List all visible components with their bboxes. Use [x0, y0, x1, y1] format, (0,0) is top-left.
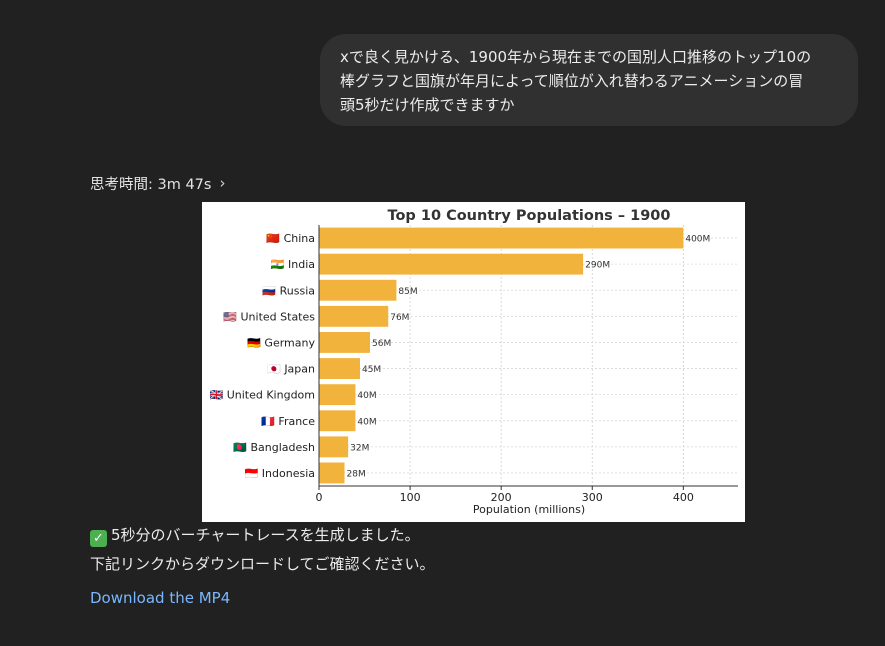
- bar-value-label: 56M: [372, 339, 391, 349]
- bar: [319, 332, 371, 353]
- user-message-line: 棒グラフと国旗が年月によって順位が入れ替わるアニメーションの冒: [340, 72, 804, 90]
- chart-title: Top 10 Country Populations – 1900: [388, 208, 671, 224]
- bar: [319, 436, 349, 458]
- category-tick-label: 🇷🇺 Russia: [262, 284, 315, 297]
- bar: [319, 358, 360, 379]
- x-axis-label: Population (millions): [473, 503, 585, 516]
- chart-image: 400M 🇨🇳 China 290M 🇮🇳 India 85M 🇷🇺 Russia 76M 🇺…: [202, 202, 745, 522]
- category-tick-label: 🇨🇳 China: [266, 232, 315, 245]
- bar: [319, 410, 356, 432]
- bar-value-label: 45M: [362, 365, 381, 375]
- user-message-line: xで良く見かける、1900年から現在までの国別人口推移のトップ10の: [340, 48, 812, 66]
- x-tick-label: 400: [673, 491, 694, 504]
- bar: [319, 384, 356, 406]
- bar-value-label: 290M: [585, 261, 610, 271]
- check-icon: ✓: [90, 530, 107, 547]
- category-tick-label: 🇮🇩 Indonesia: [245, 467, 315, 480]
- bar: [319, 253, 584, 275]
- assistant-message-line: ✓ 5秒分のバーチャートレースを生成しました。: [90, 524, 420, 547]
- category-tick-label: 🇫🇷 France: [261, 415, 315, 428]
- x-tick-label: 0: [316, 491, 323, 504]
- category-tick-label: 🇬🇧 United Kingdom: [210, 389, 315, 402]
- download-mp4-link[interactable]: Download the MP4: [90, 589, 230, 607]
- assistant-line-1: 5秒分のバーチャートレースを生成しました。: [111, 526, 420, 544]
- bar-value-label: 40M: [357, 391, 376, 401]
- bar-value-label: 76M: [390, 313, 409, 323]
- category-tick-label: 🇺🇸 United States: [223, 310, 315, 323]
- user-message-line: 頭5秒だけ作成できますか: [340, 96, 515, 114]
- category-tick-label: 🇮🇳 India: [271, 258, 315, 271]
- bar-value-label: 40M: [357, 417, 376, 427]
- bar-value-label: 400M: [685, 235, 710, 245]
- bar: [319, 305, 389, 327]
- thinking-label: 思考時間: 3m 47s: [90, 176, 212, 193]
- bar: [319, 227, 684, 249]
- thinking-toggle[interactable]: 思考時間: 3m 47s ›: [90, 172, 225, 194]
- category-tick-label: 🇧🇩 Bangladesh: [233, 441, 315, 454]
- bar-value-label: 32M: [350, 443, 369, 453]
- x-tick-label: 100: [400, 491, 421, 504]
- bar-value-label: 28M: [347, 469, 366, 479]
- user-message-bubble: xで良く見かける、1900年から現在までの国別人口推移のトップ10の 棒グラフと…: [320, 34, 858, 126]
- bar-value-label: 85M: [398, 287, 417, 297]
- bar: [319, 462, 345, 484]
- category-tick-label: 🇯🇵 Japan: [267, 363, 315, 376]
- bar: [319, 279, 397, 301]
- category-tick-label: 🇩🇪 Germany: [247, 336, 315, 349]
- assistant-line-2: 下記リンクからダウンロードしてご確認ください。: [90, 555, 435, 573]
- chevron-right-icon: ›: [219, 174, 226, 192]
- population-bar-chart: 400M 🇨🇳 China 290M 🇮🇳 India 85M 🇷🇺 Russia 76M 🇺…: [210, 208, 738, 516]
